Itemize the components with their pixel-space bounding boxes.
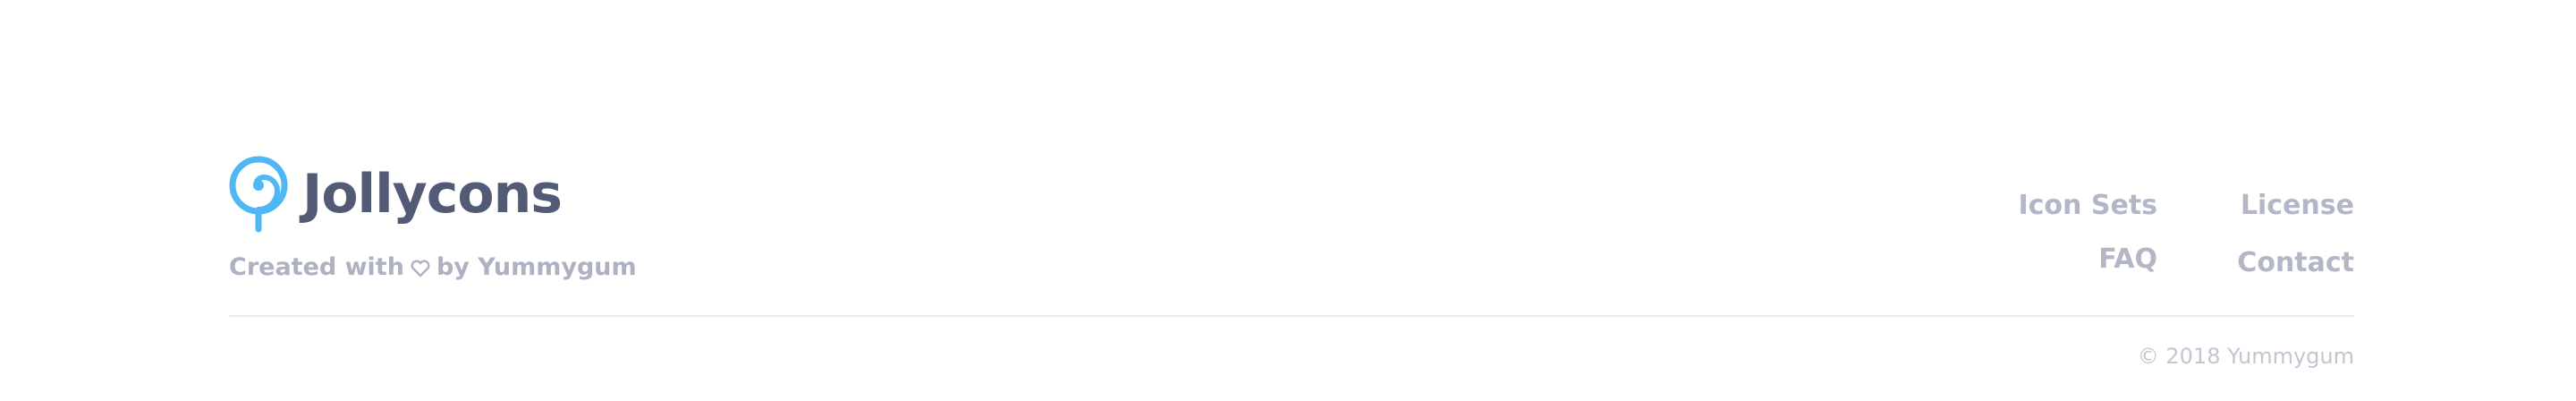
tagline-prefix: Created with — [229, 252, 404, 281]
tagline: Created with by Yummygum — [229, 249, 637, 285]
heart-icon — [411, 260, 430, 277]
nav-link-icon-sets[interactable]: Icon Sets — [2018, 188, 2157, 224]
nav-link-license[interactable]: License — [2241, 188, 2354, 224]
nav-link-contact[interactable]: Contact — [2237, 245, 2354, 281]
footer-divider — [229, 315, 2354, 317]
tagline-suffix: by Yummygum — [436, 252, 637, 281]
brand-name: Jollycons — [302, 163, 563, 226]
lollipop-icon — [229, 156, 288, 233]
nav-link-faq[interactable]: FAQ — [2098, 242, 2157, 277]
brand-home-link[interactable]: Jollycons — [229, 156, 563, 233]
site-footer: Jollycons Created with by Yummygum Icon … — [0, 0, 2576, 401]
copyright-text: © 2018 Yummygum — [2137, 344, 2354, 369]
